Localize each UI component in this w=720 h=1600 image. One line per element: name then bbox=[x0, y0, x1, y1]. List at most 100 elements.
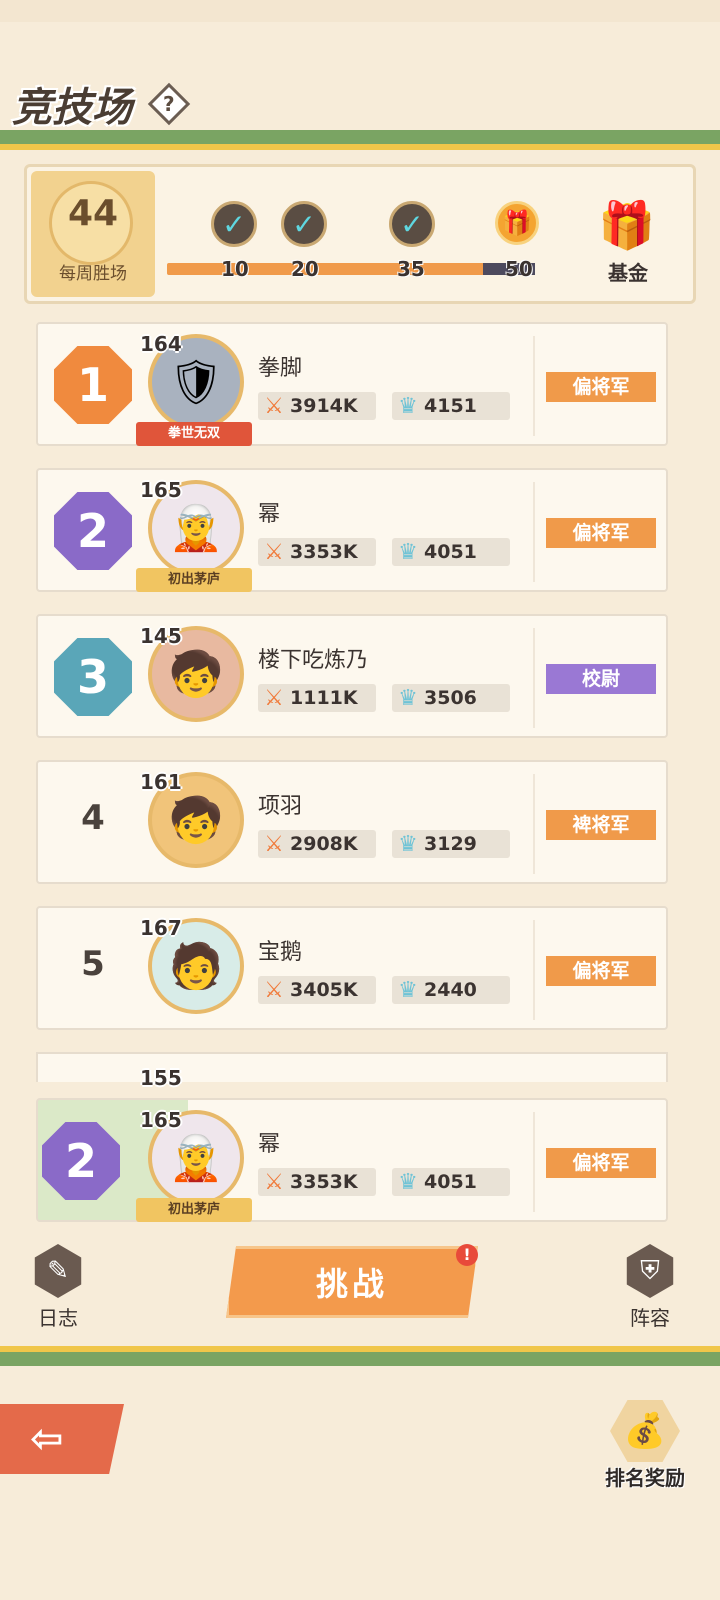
crown-value: 4051 bbox=[424, 1171, 477, 1193]
helmet-icon: ⛨ bbox=[626, 1244, 674, 1298]
ranking-row[interactable]: 3 🧒 145 楼下吃炼乃 ⚔ 1111K ♛ 3506 校尉 bbox=[36, 614, 668, 738]
header-divider bbox=[0, 130, 720, 144]
crossed-swords-icon: ⚔ bbox=[264, 539, 284, 565]
ranking-row-partial[interactable]: 155 bbox=[36, 1052, 668, 1090]
row-divider bbox=[533, 628, 535, 728]
milestone-35-claimed-check-icon[interactable]: ✓ bbox=[389, 201, 435, 247]
money-bag-icon: 💰 bbox=[610, 1400, 680, 1462]
crown-stat: ♛ 3129 bbox=[392, 830, 510, 858]
power-stat: ⚔ 3405K bbox=[258, 976, 376, 1004]
crown-stat: ♛ 3506 bbox=[392, 684, 510, 712]
milestone-20-claimed-check-icon[interactable]: ✓ bbox=[281, 201, 327, 247]
rank-title-tag: 校尉 bbox=[546, 664, 656, 694]
ranking-reward-button[interactable]: 💰 排名奖励 bbox=[600, 1400, 690, 1491]
player-name: 楼下吃炼乃 bbox=[258, 648, 369, 673]
row-divider bbox=[533, 482, 535, 582]
fund-label[interactable]: 基金 bbox=[593, 257, 663, 286]
challenge-button[interactable]: 挑战 bbox=[226, 1246, 478, 1318]
power-value: 1111K bbox=[290, 687, 358, 709]
power-stat: ⚔ 2908K bbox=[258, 830, 376, 858]
ranking-row[interactable]: 1 🛡 164 拳世无双 拳脚 ⚔ 3914K ♛ 4151 偏将军 bbox=[36, 322, 668, 446]
crossed-swords-icon: ⚔ bbox=[264, 977, 284, 1003]
crossed-swords-icon: ⚔ bbox=[264, 831, 284, 857]
crossed-swords-icon: ⚔ bbox=[264, 393, 284, 419]
player-level: 165 bbox=[140, 1108, 182, 1132]
rank-badge: 3 bbox=[54, 638, 132, 716]
my-ranking-row[interactable]: 2 🧝 165 初出茅庐 幂 ⚔ 3353K ♛ 4051 偏将军 bbox=[36, 1098, 668, 1222]
power-value: 3405K bbox=[290, 979, 358, 1001]
crown-icon: ♛ bbox=[398, 831, 418, 857]
help-button[interactable]: ? bbox=[147, 82, 191, 126]
row-divider bbox=[533, 336, 535, 436]
power-stat: ⚔ 3353K bbox=[258, 1168, 376, 1196]
milestone-label: 50 bbox=[505, 257, 533, 281]
lineup-button[interactable]: ⛨ 阵容 bbox=[620, 1244, 680, 1331]
crown-icon: ♛ bbox=[398, 1169, 418, 1195]
weekly-wins-panel: 44 每周胜场 ✓ ✓ ✓ 🎁 10 20 35 50 🎁 基金 bbox=[24, 164, 696, 304]
crown-value: 3506 bbox=[424, 687, 477, 709]
milestone-10-claimed-check-icon[interactable]: ✓ bbox=[211, 201, 257, 247]
question-icon: ? bbox=[163, 91, 175, 116]
player-level: 161 bbox=[140, 770, 182, 794]
arrow-left-icon: ⇦ bbox=[30, 1416, 64, 1462]
crown-stat: ♛ 4151 bbox=[392, 392, 510, 420]
ranking-reward-label: 排名奖励 bbox=[605, 1466, 685, 1490]
crossed-swords-icon: ⚔ bbox=[264, 685, 284, 711]
power-value: 3914K bbox=[290, 395, 358, 417]
weekly-wins-label: 每周胜场 bbox=[59, 264, 127, 284]
power-stat: ⚔ 3353K bbox=[258, 538, 376, 566]
page-title: 竞技场 bbox=[12, 85, 132, 131]
lineup-label: 阵容 bbox=[630, 1306, 670, 1330]
crown-value: 4151 bbox=[424, 395, 477, 417]
row-divider bbox=[533, 774, 535, 874]
player-name: 幂 bbox=[258, 1132, 281, 1157]
rank-number: 4 bbox=[81, 798, 105, 838]
log-button[interactable]: ✎ 日志 bbox=[28, 1244, 88, 1331]
footer-divider bbox=[0, 1352, 720, 1366]
rank-badge: 2 bbox=[54, 492, 132, 570]
ranking-row[interactable]: 2 🧝 165 初出茅庐 幂 ⚔ 3353K ♛ 4051 偏将军 bbox=[36, 468, 668, 592]
player-title-tag: 拳世无双 bbox=[136, 422, 252, 446]
player-level: 155 bbox=[140, 1066, 182, 1090]
milestone-50-gift-icon[interactable]: 🎁 bbox=[495, 201, 539, 245]
crown-stat: ♛ 4051 bbox=[392, 538, 510, 566]
crown-value: 4051 bbox=[424, 541, 477, 563]
rank-badge: 2 bbox=[42, 1122, 120, 1200]
player-title-tag: 初出茅庐 bbox=[136, 568, 252, 592]
ranking-row[interactable]: 4 🧒 161 项羽 ⚔ 2908K ♛ 3129 裨将军 bbox=[36, 760, 668, 884]
row-divider bbox=[533, 1112, 535, 1212]
crown-stat: ♛ 4051 bbox=[392, 1168, 510, 1196]
crossed-swords-icon: ⚔ bbox=[264, 1169, 284, 1195]
crown-icon: ♛ bbox=[398, 393, 418, 419]
crown-icon: ♛ bbox=[398, 539, 418, 565]
player-level: 167 bbox=[140, 916, 182, 940]
header: 竞技场 ? bbox=[12, 78, 191, 131]
player-name: 幂 bbox=[258, 502, 281, 527]
player-level: 164 bbox=[140, 332, 182, 356]
weekly-wins-count: 44 bbox=[67, 193, 119, 234]
crown-icon: ♛ bbox=[398, 685, 418, 711]
weekly-wins-box: 44 每周胜场 bbox=[31, 171, 155, 297]
rank-number: 5 bbox=[81, 944, 105, 984]
crown-icon: ♛ bbox=[398, 977, 418, 1003]
ranking-row[interactable]: 5 🧑 167 宝鹅 ⚔ 3405K ♛ 2440 偏将军 bbox=[36, 906, 668, 1030]
player-name: 拳脚 bbox=[258, 356, 303, 381]
player-level: 145 bbox=[140, 624, 182, 648]
milestone-label: 35 bbox=[397, 257, 425, 281]
pencil-icon: ✎ bbox=[34, 1244, 82, 1298]
crown-stat: ♛ 2440 bbox=[392, 976, 510, 1004]
row-divider bbox=[533, 920, 535, 1020]
header-divider-accent bbox=[0, 144, 720, 150]
fund-gift-icon[interactable]: 🎁 bbox=[595, 193, 659, 257]
top-bar bbox=[0, 0, 720, 22]
power-value: 2908K bbox=[290, 833, 358, 855]
challenge-alert-badge: ! bbox=[456, 1244, 478, 1266]
rank-title-tag: 偏将军 bbox=[546, 1148, 656, 1178]
power-stat: ⚔ 3914K bbox=[258, 392, 376, 420]
back-button[interactable]: ⇦ bbox=[0, 1404, 124, 1474]
rank-title-tag: 偏将军 bbox=[546, 956, 656, 986]
rank-title-tag: 偏将军 bbox=[546, 372, 656, 402]
player-title-tag: 初出茅庐 bbox=[136, 1198, 252, 1222]
player-name: 项羽 bbox=[258, 794, 303, 819]
crown-value: 2440 bbox=[424, 979, 477, 1001]
